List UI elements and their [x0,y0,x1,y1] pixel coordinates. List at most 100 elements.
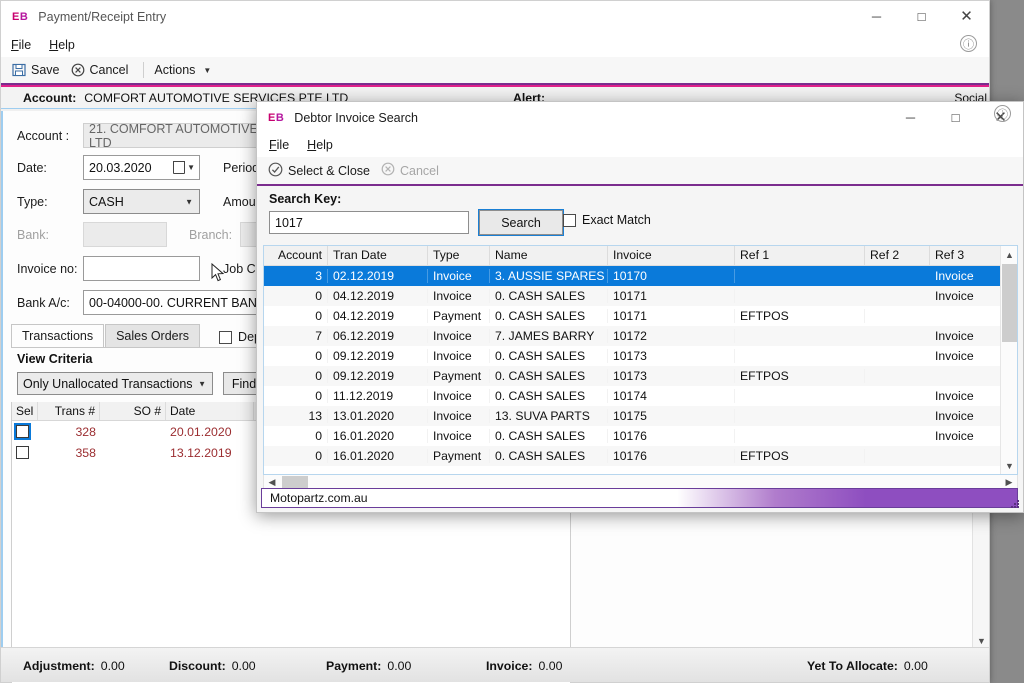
maximize-button[interactable]: □ [899,1,944,31]
tab-sales-orders[interactable]: Sales Orders [105,324,201,348]
table-row[interactable]: 0 16.01.2020 Invoice 0. CASH SALES 10176 Invo… [264,426,1002,446]
cell-name: 0. CASH SALES [490,389,608,403]
invoice-no-label: Invoice no: [17,261,78,276]
cell-invoice: 10172 [608,329,735,343]
cell-invoice: 10171 [608,289,735,303]
col-header-date[interactable]: Date [166,402,254,420]
row-checkbox[interactable] [16,446,29,459]
col-header-ref2[interactable]: Ref 2 [865,246,930,265]
dialog-menu-help[interactable]: Help [307,138,333,152]
row-select-cell[interactable] [12,446,38,459]
table-row[interactable]: 0 04.12.2019 Invoice 0. CASH SALES 10171 Invo… [264,286,1002,306]
col-header-trans[interactable]: Trans # [38,402,100,420]
search-button[interactable]: Search [478,209,564,236]
invoice-no-input[interactable] [83,256,200,281]
col-header-type[interactable]: Type [428,246,490,265]
cell-date: 13.12.2019 [170,445,232,460]
cell-account: 0 [264,449,328,463]
cell-name: 3. AUSSIE SPARES [490,269,608,283]
search-results-grid[interactable]: Account Tran Date Type Name Invoice Ref … [263,245,1018,475]
cancel-button[interactable]: Cancel [68,61,137,79]
scroll-up-arrow-icon[interactable]: ▲ [1001,246,1017,263]
search-key-input[interactable]: 1017 [269,211,469,234]
close-button[interactable]: ✕ [944,1,989,31]
search-results-header: Account Tran Date Type Name Invoice Ref … [264,246,1002,266]
date-input[interactable]: 20.03.2020 ▼ [83,155,200,180]
dialog-maximize-button[interactable]: □ [933,102,978,132]
cell-account: 0 [264,369,328,383]
chevron-down-icon: ▼ [198,379,206,388]
toolbar-separator [143,62,145,78]
table-row[interactable]: 13 13.01.2020 Invoice 13. SUVA PARTS 10175 In… [264,406,1002,426]
main-window-controls: ─ □ ✕ [854,1,989,31]
col-header-invoice[interactable]: Invoice [608,246,735,265]
cell-invoice: 10173 [608,349,735,363]
table-row[interactable]: 0 04.12.2019 Payment 0. CASH SALES 10171 EFTP… [264,306,1002,326]
table-row[interactable]: 0 16.01.2020 Payment 0. CASH SALES 10176 EFTP… [264,446,1002,466]
scroll-down-arrow-icon[interactable]: ▼ [1001,457,1017,474]
cell-tran-date: 09.12.2019 [328,369,428,383]
cell-account: 0 [264,429,328,443]
deposit-checkbox-box[interactable] [219,330,233,344]
status-adjustment-value: 0.00 [100,659,125,673]
type-select[interactable]: CASH ▼ [83,189,200,214]
cancel-icon [381,162,395,179]
select-and-close-label: Select & Close [288,163,370,178]
dialog-statusbar: Motopartz.com.au [261,488,1018,508]
dialog-logo-icon: EB [268,111,285,124]
status-payment-label: Payment: [326,659,382,673]
status-discount-value: 0.00 [231,659,256,673]
cell-type: Invoice [428,349,490,363]
row-select-cell[interactable] [12,423,38,440]
select-and-close-button[interactable]: Select & Close [265,160,378,182]
view-criteria-title: View Criteria [17,352,93,366]
col-header-account[interactable]: Account [264,246,328,265]
col-header-sel[interactable]: Sel [12,402,38,420]
info-circle-icon[interactable]: ⓘ [960,35,977,52]
status-invoice-value: 0.00 [538,659,563,673]
col-header-tran-date[interactable]: Tran Date [328,246,428,265]
exact-match-checkbox[interactable]: Exact Match [563,213,651,227]
cell-trans: 358 [75,445,96,460]
resize-grip-icon[interactable] [1010,499,1020,509]
exact-match-checkbox-box[interactable] [563,213,576,227]
menu-help[interactable]: Help [49,38,75,52]
search-results-inner: Account Tran Date Type Name Invoice Ref … [264,246,1002,466]
dialog-titlebar: EB Debtor Invoice Search ─ □ ✕ [257,102,1023,133]
cell-tran-date: 11.12.2019 [328,389,428,403]
col-header-ref3[interactable]: Ref 3 [930,246,1002,265]
cell-tran-date: 06.12.2019 [328,329,428,343]
dialog-minimize-button[interactable]: ─ [888,102,933,132]
date-picker-button[interactable]: ▼ [172,161,195,174]
save-button[interactable]: Save [9,61,68,79]
actions-button[interactable]: Actions ▼ [151,61,219,79]
status-invoice: Invoice: 0.00 [486,659,562,673]
bank-label: Bank: [17,227,49,242]
row-checkbox[interactable] [14,423,31,440]
col-header-ref1[interactable]: Ref 1 [735,246,865,265]
menu-file[interactable]: File [11,38,31,52]
status-invoice-label: Invoice: [486,659,533,673]
search-button-label: Search [501,215,541,230]
minimize-button[interactable]: ─ [854,1,899,31]
search-results-rows: 3 02.12.2019 Invoice 3. AUSSIE SPARES 10170 I… [264,266,1002,466]
view-criteria-select[interactable]: Only Unallocated Transactions ▼ [17,372,213,395]
table-row[interactable]: 3 02.12.2019 Invoice 3. AUSSIE SPARES 10170 I… [264,266,1002,286]
field-date: Date: 20.03.2020 ▼ Period: [17,155,263,180]
col-header-name[interactable]: Name [490,246,608,265]
dialog-body: Search Key: 1017 Search Exact Match Acco… [257,186,1023,512]
dialog-menu-file[interactable]: File [269,138,289,152]
cancel-label: Cancel [89,63,129,77]
table-row[interactable]: 0 09.12.2019 Invoice 0. CASH SALES 10173 Invo… [264,346,1002,366]
status-adjustment-label: Adjustment: [23,659,95,673]
info-circle-icon[interactable]: ⓘ [994,105,1011,122]
table-row[interactable]: 0 11.12.2019 Invoice 0. CASH SALES 10174 Invo… [264,386,1002,406]
debtor-invoice-search-dialog: EB Debtor Invoice Search ─ □ ✕ File Help… [256,101,1024,513]
tab-transactions[interactable]: Transactions [11,324,105,348]
dialog-statusbar-text: Motopartz.com.au [270,491,368,505]
col-header-so[interactable]: SO # [100,402,166,420]
table-row[interactable]: 7 06.12.2019 Invoice 7. JAMES BARRY 10172 Inv… [264,326,1002,346]
results-vertical-scrollbar[interactable]: ▲ ▼ [1000,246,1017,474]
scrollbar-thumb[interactable] [1002,264,1017,342]
table-row[interactable]: 0 09.12.2019 Payment 0. CASH SALES 10173 EFTP… [264,366,1002,386]
